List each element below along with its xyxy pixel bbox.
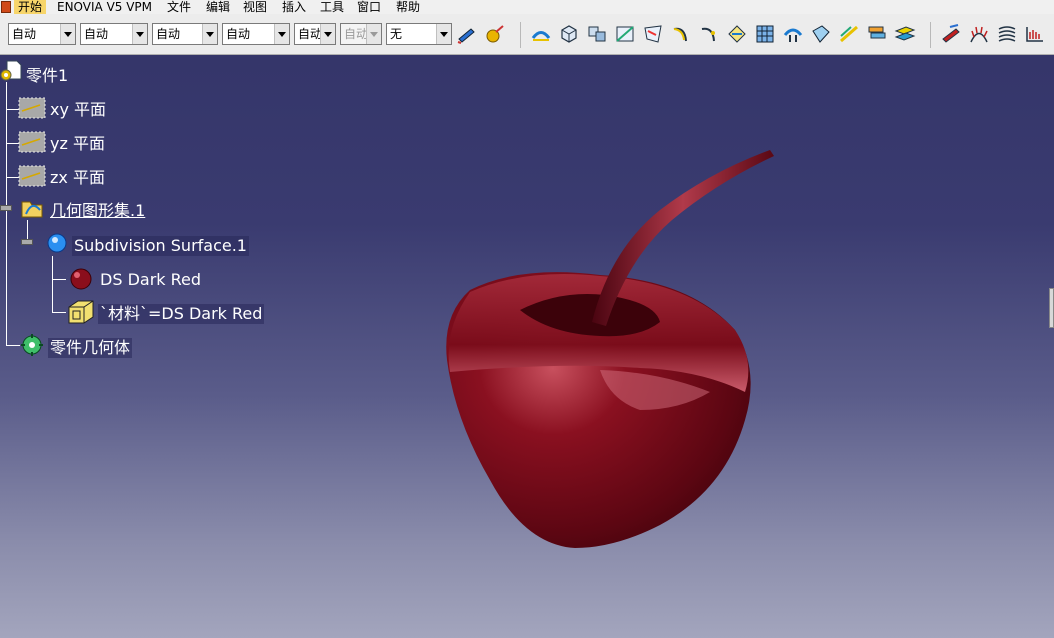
chevron-down-icon[interactable] bbox=[60, 24, 75, 44]
porcupine-icon[interactable] bbox=[968, 23, 990, 45]
surface-arc-icon[interactable] bbox=[530, 23, 552, 45]
color-combo-value: 自动 bbox=[12, 27, 37, 41]
chevron-down-icon bbox=[366, 24, 381, 44]
warp-icon[interactable] bbox=[642, 23, 664, 45]
transparency-combo[interactable]: 自动 bbox=[80, 23, 148, 45]
tree-yz-plane-label[interactable]: yz 平面 bbox=[50, 134, 105, 154]
geometrical-set-icon[interactable] bbox=[20, 196, 46, 220]
rendering-combo: 自动 bbox=[340, 23, 382, 45]
sketch-line-icon[interactable] bbox=[838, 23, 860, 45]
rendering-combo-value: 自动 bbox=[344, 27, 369, 41]
layer-combo-value: 无 bbox=[390, 27, 403, 41]
subdivision-surface-icon[interactable] bbox=[44, 230, 70, 256]
cube-icon[interactable] bbox=[558, 23, 580, 45]
box-group-icon[interactable] bbox=[586, 23, 608, 45]
3d-viewport[interactable]: 开始 ENOVIA V5 VPM 文件 编辑 视图 插入 工具 窗口 帮助 自动… bbox=[0, 0, 1054, 638]
curve-tangent-icon[interactable] bbox=[698, 23, 720, 45]
menu-edit[interactable]: 编辑 bbox=[206, 0, 230, 14]
toolbar: 自动 自动 自动 自动 自动 自动 无 bbox=[0, 14, 1054, 55]
tree-xy-plane-label[interactable]: xy 平面 bbox=[50, 100, 106, 120]
surface-patch-icon[interactable] bbox=[810, 23, 832, 45]
menu-enovia[interactable]: ENOVIA V5 VPM bbox=[57, 0, 152, 14]
app-icon[interactable] bbox=[1, 1, 11, 13]
tree-zx-plane-label[interactable]: zx 平面 bbox=[50, 168, 105, 188]
tree-line bbox=[52, 312, 66, 313]
color-combo[interactable]: 自动 bbox=[8, 23, 76, 45]
menu-help[interactable]: 帮助 bbox=[396, 0, 420, 14]
chevron-down-icon[interactable] bbox=[274, 24, 289, 44]
tree-line bbox=[52, 256, 53, 312]
chevron-down-icon[interactable] bbox=[436, 24, 451, 44]
collapse-handle[interactable] bbox=[21, 239, 33, 245]
part-body-icon[interactable] bbox=[18, 332, 46, 358]
material-icon[interactable] bbox=[66, 298, 96, 326]
chevron-down-icon[interactable] bbox=[132, 24, 147, 44]
linetype-combo[interactable]: 自动 bbox=[222, 23, 290, 45]
menu-file[interactable]: 文件 bbox=[167, 0, 191, 14]
plane-icon[interactable] bbox=[18, 164, 46, 188]
toolbar-separator bbox=[930, 22, 931, 48]
layers-icon[interactable] bbox=[866, 23, 888, 45]
tree-line bbox=[6, 82, 7, 346]
curve-icon[interactable] bbox=[670, 23, 692, 45]
zebra-icon[interactable] bbox=[996, 23, 1018, 45]
chevron-down-icon[interactable] bbox=[320, 24, 335, 44]
point-symbol-combo[interactable]: 自动 bbox=[294, 23, 336, 45]
transparency-combo-value: 自动 bbox=[84, 27, 109, 41]
color-sphere-icon[interactable] bbox=[68, 266, 94, 292]
tree-body-label[interactable]: 零件几何体 bbox=[48, 338, 133, 358]
linetype-combo-value: 自动 bbox=[226, 27, 251, 41]
layer-combo[interactable]: 无 bbox=[386, 23, 452, 45]
plane-stack-icon[interactable] bbox=[894, 23, 916, 45]
graphic-properties-icon[interactable] bbox=[484, 23, 506, 45]
analysis-icon[interactable] bbox=[940, 23, 962, 45]
menu-tools[interactable]: 工具 bbox=[320, 0, 344, 14]
lasso-icon[interactable] bbox=[782, 23, 804, 45]
tree-geoset-label[interactable]: 几何图形集.1 bbox=[50, 201, 145, 221]
line-thickness-combo-value: 自动 bbox=[156, 27, 181, 41]
tree-root-label[interactable]: 零件1 bbox=[26, 66, 68, 86]
menu-bar: 开始 ENOVIA V5 VPM 文件 编辑 视图 插入 工具 窗口 帮助 bbox=[0, 0, 1054, 14]
menu-window[interactable]: 窗口 bbox=[357, 0, 381, 14]
plane-icon[interactable] bbox=[18, 130, 46, 154]
point-symbol-combo-value: 自动 bbox=[298, 27, 323, 41]
cherry-model[interactable] bbox=[420, 140, 780, 570]
surface-wrap-icon[interactable] bbox=[614, 23, 636, 45]
chevron-down-icon[interactable] bbox=[202, 24, 217, 44]
twist-icon[interactable] bbox=[726, 23, 748, 45]
right-panel-handle[interactable] bbox=[1049, 288, 1054, 328]
toolbar-separator bbox=[520, 22, 521, 48]
collapse-handle[interactable] bbox=[0, 205, 12, 211]
tree-material-label[interactable]: `材料`=DS Dark Red bbox=[98, 304, 265, 324]
part-icon bbox=[0, 60, 22, 81]
plane-icon[interactable] bbox=[18, 96, 46, 120]
tree-color-label[interactable]: DS Dark Red bbox=[100, 270, 201, 290]
menu-view[interactable]: 视图 bbox=[243, 0, 267, 14]
mesh-grid-icon[interactable] bbox=[754, 23, 776, 45]
curvature-icon[interactable] bbox=[1024, 23, 1046, 45]
format-painter-icon[interactable] bbox=[456, 23, 478, 45]
tree-subdivision-label[interactable]: Subdivision Surface.1 bbox=[72, 236, 249, 256]
menu-insert[interactable]: 插入 bbox=[282, 0, 306, 14]
tree-line bbox=[52, 279, 66, 280]
menu-start[interactable]: 开始 bbox=[14, 0, 47, 14]
line-thickness-combo[interactable]: 自动 bbox=[152, 23, 218, 45]
